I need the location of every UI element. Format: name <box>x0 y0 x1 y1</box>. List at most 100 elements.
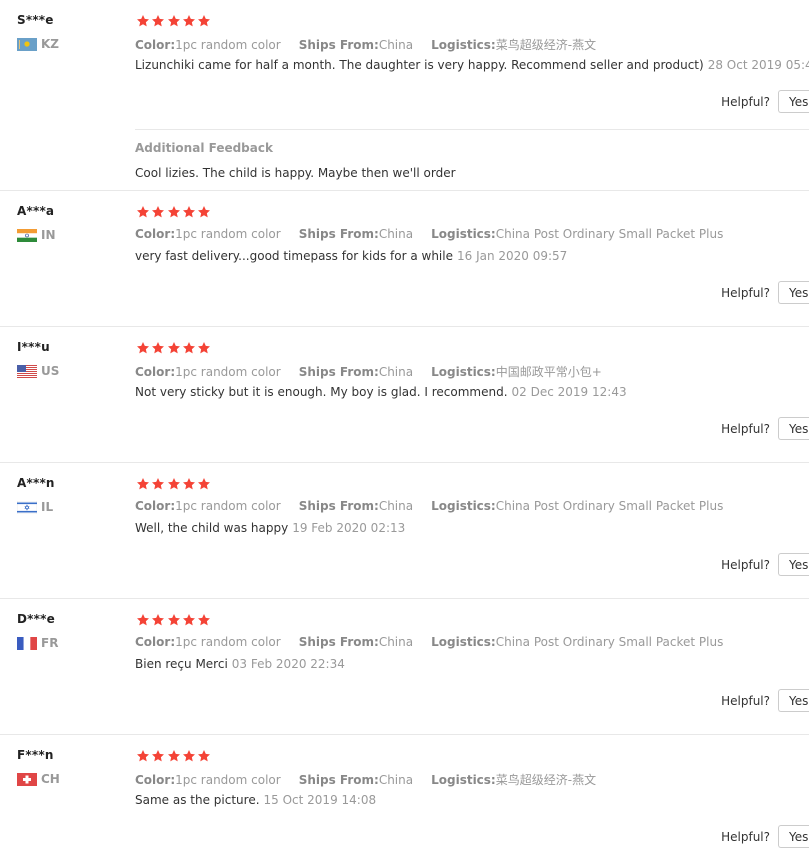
logistics-label: Logistics: <box>431 499 496 513</box>
star-icon <box>167 613 182 627</box>
review-item: A***n IL Color:1pc random color Ships Fro… <box>0 463 809 599</box>
review-meta: Color:1pc random color Ships From:China Lo… <box>135 771 596 788</box>
country-flag-icon <box>17 500 37 514</box>
color-value: 1pc random color <box>175 38 281 52</box>
star-rating <box>136 613 212 627</box>
star-icon <box>182 477 197 491</box>
review-body: Well, the child was happy <box>135 521 289 535</box>
reviewer-country: IN <box>17 228 56 242</box>
star-icon <box>182 613 197 627</box>
star-icon <box>182 749 197 763</box>
country-code: CH <box>41 772 60 786</box>
ships-from-label: Ships From: <box>298 38 379 52</box>
logistics-value: 菜鸟超级经济-燕文 <box>495 38 597 52</box>
reviewer-country: KZ <box>17 37 59 51</box>
star-rating <box>136 205 212 219</box>
logistics-label: Logistics: <box>431 635 496 649</box>
ships-from-label: Ships From: <box>298 499 379 513</box>
logistics-value: 菜鸟超级经济-燕文 <box>495 773 597 787</box>
star-icon <box>136 205 151 219</box>
review-text: Same as the picture. 15 Oct 2019 14:08 <box>135 793 376 807</box>
color-label: Color: <box>135 365 176 379</box>
helpful-label: Helpful? <box>721 94 770 109</box>
review-body: Bien reçu Merci <box>135 657 228 671</box>
reviewer-name: I***u <box>17 340 50 354</box>
logistics-label: Logistics: <box>431 38 496 52</box>
country-flag-icon <box>17 37 37 51</box>
color-label: Color: <box>135 38 176 52</box>
helpful-label: Helpful? <box>721 557 770 572</box>
color-label: Color: <box>135 773 176 787</box>
star-icon <box>197 749 212 763</box>
helpful-vote: Helpful? Yes <box>721 824 809 849</box>
review-date: 28 Oct 2019 05:41 <box>707 58 809 72</box>
helpful-label: Helpful? <box>721 285 770 300</box>
logistics-label: Logistics: <box>431 365 496 379</box>
helpful-yes-button[interactable]: Yes <box>778 825 809 848</box>
ships-from-value: China <box>378 365 414 379</box>
star-icon <box>197 14 212 28</box>
color-label: Color: <box>135 227 176 241</box>
ships-from-value: China <box>378 773 414 787</box>
review-date: 19 Feb 2020 02:13 <box>292 521 406 535</box>
reviewer-name: A***n <box>17 476 55 490</box>
helpful-vote: Helpful? Yes <box>721 280 809 305</box>
star-icon <box>151 14 166 28</box>
helpful-yes-button[interactable]: Yes <box>778 417 809 440</box>
review-item: I***u US Color:1pc random color Ships Fro… <box>0 327 809 463</box>
helpful-label: Helpful? <box>721 829 770 844</box>
review-text: Lizunchiki came for half a month. The da… <box>135 58 809 72</box>
logistics-value: China Post Ordinary Small Packet Plus <box>495 499 724 513</box>
star-icon <box>151 205 166 219</box>
star-icon <box>151 749 166 763</box>
reviewer-country: CH <box>17 772 60 786</box>
ships-from-value: China <box>378 635 414 649</box>
reviewer-country: IL <box>17 500 53 514</box>
country-flag-icon <box>17 772 37 786</box>
helpful-label: Helpful? <box>721 693 770 708</box>
logistics-label: Logistics: <box>431 773 496 787</box>
review-item: S***e KZ Color:1pc random color Ships Fro… <box>0 0 809 191</box>
review-text: Not very sticky but it is enough. My boy… <box>135 385 627 399</box>
color-label: Color: <box>135 499 176 513</box>
review-text: Bien reçu Merci 03 Feb 2020 22:34 <box>135 657 345 671</box>
ships-from-label: Ships From: <box>298 635 379 649</box>
helpful-yes-button[interactable]: Yes <box>778 90 809 113</box>
star-icon <box>136 613 151 627</box>
star-icon <box>182 14 197 28</box>
ships-from-label: Ships From: <box>298 227 379 241</box>
helpful-vote: Helpful? Yes <box>721 552 809 577</box>
color-value: 1pc random color <box>175 499 281 513</box>
review-body: very fast delivery...good timepass for k… <box>135 249 453 263</box>
additional-feedback-title: Additional Feedback <box>135 141 273 155</box>
review-date: 02 Dec 2019 12:43 <box>511 385 627 399</box>
country-code: IL <box>41 500 54 514</box>
review-meta: Color:1pc random color Ships From:China Lo… <box>135 227 723 241</box>
star-icon <box>136 477 151 491</box>
color-value: 1pc random color <box>175 365 281 379</box>
country-flag-icon <box>17 636 37 650</box>
helpful-vote: Helpful? Yes <box>721 89 809 114</box>
ships-from-label: Ships From: <box>298 773 379 787</box>
star-icon <box>136 341 151 355</box>
review-text: very fast delivery...good timepass for k… <box>135 249 567 263</box>
star-icon <box>136 749 151 763</box>
country-code: FR <box>41 636 59 650</box>
star-icon <box>151 341 166 355</box>
logistics-value: 中国邮政平常小包+ <box>495 365 602 379</box>
review-meta: Color:1pc random color Ships From:China Lo… <box>135 363 602 380</box>
additional-feedback-text: Cool lizies. The child is happy. Maybe t… <box>135 166 456 180</box>
star-icon <box>197 341 212 355</box>
star-icon <box>167 477 182 491</box>
star-icon <box>197 613 212 627</box>
star-rating <box>136 341 212 355</box>
logistics-value: China Post Ordinary Small Packet Plus <box>495 635 724 649</box>
reviewer-country: US <box>17 364 59 378</box>
helpful-yes-button[interactable]: Yes <box>778 281 809 304</box>
color-value: 1pc random color <box>175 635 281 649</box>
star-icon <box>151 477 166 491</box>
helpful-yes-button[interactable]: Yes <box>778 689 809 712</box>
country-code: IN <box>41 228 56 242</box>
helpful-yes-button[interactable]: Yes <box>778 553 809 576</box>
country-code: US <box>41 364 60 378</box>
